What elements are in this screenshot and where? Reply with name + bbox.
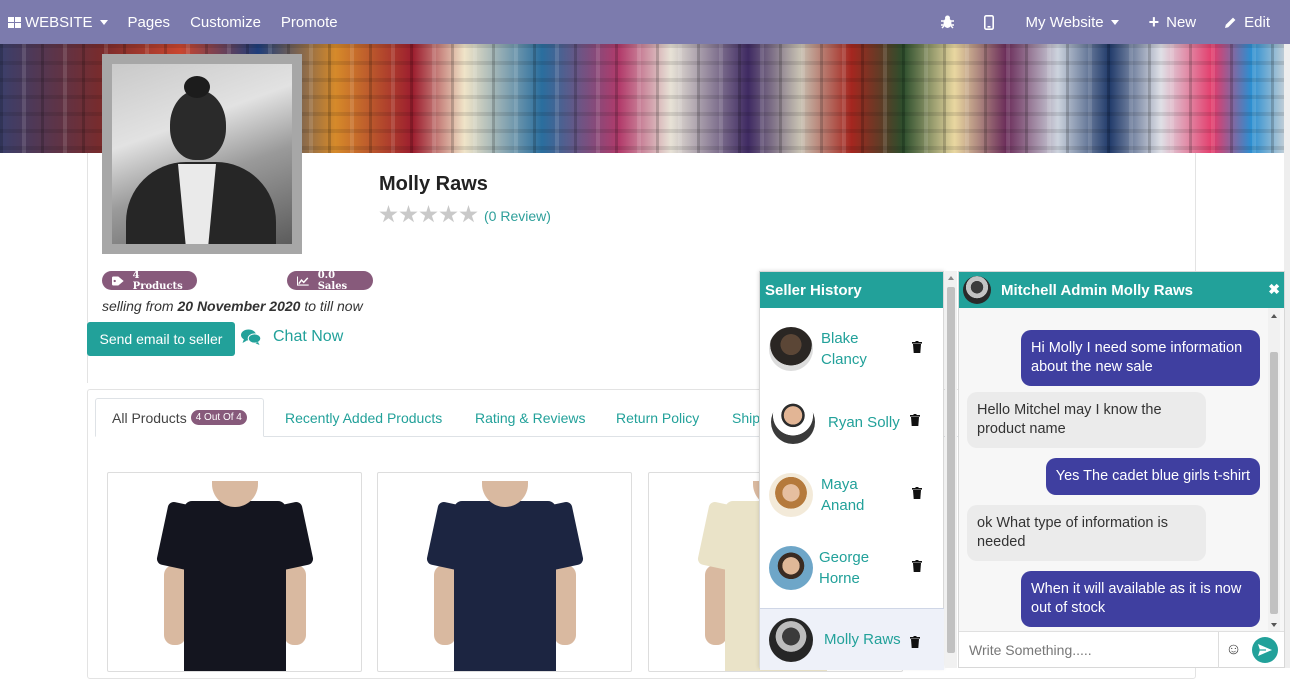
website-menu[interactable]: WEBSITE (0, 0, 118, 44)
bug-icon (940, 15, 954, 29)
send-button[interactable] (1252, 636, 1278, 663)
mobile-preview-button[interactable] (968, 0, 1010, 44)
seller-history-name: Maya Anand (821, 476, 865, 514)
pages-menu[interactable]: Pages (118, 0, 181, 44)
my-website-menu[interactable]: My Website (1010, 0, 1135, 44)
new-label: New (1166, 13, 1197, 31)
promote-menu[interactable]: Promote (271, 0, 348, 44)
avatar (963, 276, 991, 304)
scroll-up-icon[interactable] (1271, 314, 1277, 318)
star-icon (399, 205, 418, 223)
chat-message-input[interactable] (959, 632, 1218, 667)
tab-all-products[interactable]: All Products 4 Out Of 4 (95, 398, 264, 437)
avatar (769, 327, 813, 371)
close-icon[interactable]: ✖ (1268, 281, 1280, 298)
mobile-icon (983, 14, 994, 30)
black-tshirt-image (155, 481, 314, 671)
comments-icon (241, 329, 261, 345)
sales-count-badge[interactable]: 0.0 Sales (287, 269, 373, 292)
plus-icon: + (1148, 11, 1160, 32)
tab-all-products-label: All Products (112, 409, 187, 426)
seller-history-name: George Horne (819, 549, 870, 587)
customize-menu[interactable]: Customize (180, 0, 271, 44)
selling-since-text: selling from 20 November 2020 to till no… (102, 298, 363, 314)
website-menu-label: WEBSITE (25, 13, 93, 31)
product-card[interactable] (107, 472, 362, 672)
seller-history-item[interactable]: Maya Anand (760, 459, 944, 531)
trash-icon[interactable] (910, 636, 920, 648)
chat-message-incoming: ok What type of information is needed (967, 505, 1206, 561)
edit-label: Edit (1244, 13, 1270, 31)
tab-shipping[interactable]: Ship (732, 398, 760, 437)
seller-history-name: Ryan Solly (828, 413, 900, 431)
new-button[interactable]: + New (1135, 0, 1211, 44)
star-icon (459, 205, 478, 223)
chat-message-outgoing: Hi Molly I need some information about t… (1021, 330, 1260, 386)
chart-line-icon (297, 276, 309, 286)
seller-history-item[interactable]: Blake Clancy (760, 313, 944, 385)
chevron-down-icon (99, 19, 108, 25)
debug-button[interactable] (927, 0, 968, 44)
products-count-badge[interactable]: 4 Products (102, 269, 197, 292)
star-icon (379, 205, 398, 223)
sales-count-label: 0.0 Sales (317, 269, 348, 292)
seller-history-item[interactable]: George Horne (760, 532, 944, 604)
chat-message-outgoing: When it will available as it is now out … (1021, 571, 1260, 627)
selling-date: 20 November 2020 (177, 298, 301, 314)
chevron-down-icon (1110, 19, 1119, 25)
rating-stars (379, 205, 478, 224)
avatar (769, 617, 813, 662)
avatar (769, 473, 813, 517)
star-icon (439, 205, 458, 223)
seller-history-item-active[interactable]: Molly Raws (760, 608, 944, 670)
chat-window: Mitchell Admin Molly Raws ✖ Hi Molly I n… (958, 271, 1285, 668)
tag-icon (112, 276, 124, 285)
selling-prefix: selling from (102, 298, 174, 314)
seller-history-item[interactable]: Ryan Solly (760, 386, 944, 458)
navy-tshirt-image (425, 481, 584, 671)
chat-composer: ☺ (959, 631, 1284, 668)
send-icon (1258, 643, 1272, 656)
product-count-badge: 4 Out Of 4 (190, 410, 247, 425)
seller-history-name: Molly Raws (824, 631, 901, 648)
my-website-label: My Website (1025, 13, 1104, 31)
trash-icon[interactable] (912, 341, 922, 353)
seller-history-title: Seller History (760, 272, 943, 308)
edit-button[interactable]: Edit (1210, 0, 1290, 44)
pencil-icon (1225, 17, 1236, 28)
scroll-down-icon[interactable] (1271, 623, 1277, 627)
emoji-icon[interactable]: ☺ (1218, 631, 1248, 668)
seller-history-panel: Seller History Blake Clancy Ryan Solly M… (759, 271, 944, 670)
trash-icon[interactable] (912, 487, 922, 499)
trash-icon[interactable] (912, 560, 922, 572)
seller-profile-photo (102, 54, 302, 254)
chat-title: Mitchell Admin Molly Raws (1001, 281, 1193, 299)
scroll-up-icon[interactable] (948, 276, 954, 280)
avatar (771, 400, 815, 444)
tab-return-policy[interactable]: Return Policy (616, 398, 699, 437)
avatar (769, 546, 813, 590)
tab-recently-added[interactable]: Recently Added Products (285, 398, 442, 437)
seller-history-name: Blake Clancy (821, 330, 867, 368)
chat-header: Mitchell Admin Molly Raws ✖ (959, 272, 1284, 308)
chat-message-incoming: Hello Mitchel may I know the product nam… (967, 392, 1206, 448)
star-icon (419, 205, 438, 223)
products-count-label: 4 Products (132, 269, 183, 292)
website-top-navbar: WEBSITE Pages Customize Promote My Websi… (0, 0, 1290, 44)
selling-suffix: to till now (304, 298, 363, 314)
seller-name: Molly Raws (379, 173, 488, 195)
review-count-link[interactable]: (0 Review) (484, 208, 551, 224)
seller-history-scrollbar[interactable] (945, 271, 957, 668)
chat-message-outgoing: Yes The cadet blue girls t-shirt (1045, 458, 1260, 495)
tab-rating-reviews[interactable]: Rating & Reviews (475, 398, 586, 437)
chat-scrollbar[interactable] (1268, 308, 1280, 633)
grid-icon (8, 16, 21, 28)
chat-now-button[interactable]: Chat Now (241, 328, 343, 346)
trash-icon[interactable] (910, 414, 920, 426)
product-card[interactable] (377, 472, 632, 672)
chat-now-label: Chat Now (273, 328, 344, 345)
send-email-button[interactable]: Send email to seller (87, 322, 235, 356)
